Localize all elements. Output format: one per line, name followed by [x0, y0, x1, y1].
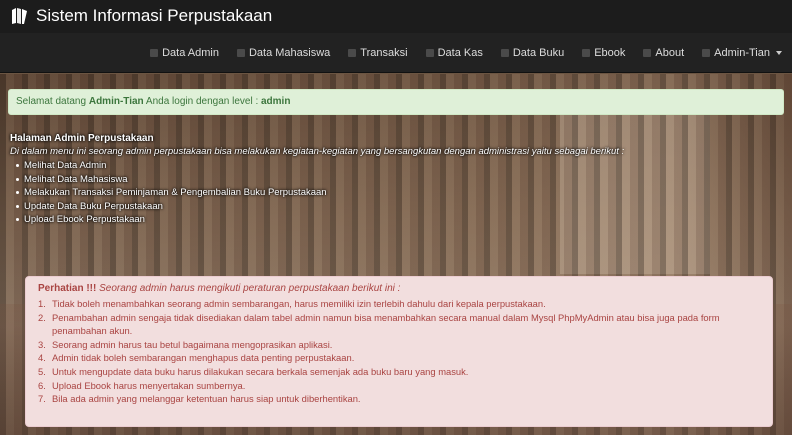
nav-menu: Data Admin Data Mahasiswa Transaksi Data…	[150, 33, 782, 73]
rule-item: 3. Seorang admin harus tau betul bagaiman…	[38, 338, 762, 352]
rule-text: Penambahan admin sengaja tidak disediaka…	[52, 311, 720, 337]
list-icon	[582, 49, 591, 57]
nav-user-dropdown[interactable]: Admin-Tian	[702, 47, 782, 59]
nav-label: Data Mahasiswa	[248, 47, 331, 59]
rules-subtitle: Seorang admin harus mengikuti peraturan …	[99, 283, 401, 294]
rule-text: Tidak boleh menambahkan seorang admin se…	[52, 298, 546, 309]
rule-item: 1. Tidak boleh menambahkan seorang admin …	[38, 297, 762, 311]
list-item-text: Melihat Data Mahasiswa	[24, 173, 128, 185]
list-item: Melihat Data Mahasiswa	[16, 173, 780, 187]
welcome-prefix: Selamat datang	[16, 96, 87, 107]
nav-label: Data Buku	[512, 47, 565, 59]
rule-text: Bila ada admin yang melanggar ketentuan …	[52, 393, 361, 405]
rule-text: Untuk mengupdate data buku harus dilakuk…	[52, 365, 469, 377]
rule-item: 6. Upload Ebook harus menyertakan sumbern…	[38, 379, 762, 393]
welcome-level: admin	[261, 96, 291, 107]
rules-alert: Perhatian !!! Seorang admin harus mengik…	[25, 276, 773, 427]
nav-transaksi[interactable]: Transaksi	[348, 47, 408, 59]
rule-item: 4. Admin tidak boleh sembarangan menghapu…	[38, 351, 762, 365]
user-icon	[702, 49, 711, 57]
list-item-text: Melihat Data Admin	[24, 160, 107, 171]
list-icon	[500, 49, 509, 57]
welcome-alert: Selamat datang Admin-Tian Anda login den…	[8, 89, 784, 115]
welcome-user: Admin-Tian	[88, 96, 144, 107]
intro-list: Melihat Data Admin Melihat Data Mahasisw…	[10, 159, 780, 227]
nav-data-kas[interactable]: Data Kas	[425, 47, 483, 59]
bullet-icon	[16, 204, 19, 208]
nav-data-admin[interactable]: Data Admin	[150, 47, 219, 59]
rules-title: Perhatian !!!	[38, 283, 97, 294]
list-icon	[348, 49, 357, 57]
nav-label: Ebook	[594, 47, 626, 59]
nav-label: Data Admin	[162, 47, 219, 59]
bullet-icon	[16, 218, 19, 222]
book-icon	[425, 49, 434, 57]
bullet-icon	[16, 164, 19, 168]
rule-number: 2.	[38, 311, 46, 323]
rule-item: 2. Penambahan admin sengaja tidak disedia…	[38, 311, 762, 338]
nav-label: Data Kas	[437, 47, 483, 59]
rule-number: 4.	[38, 352, 46, 364]
rule-text: Seorang admin harus tau betul bagaimana …	[52, 338, 333, 350]
brand[interactable]: Sistem Informasi Perpustakaan	[10, 6, 272, 26]
rule-number: 3.	[38, 338, 46, 350]
bullet-icon	[16, 191, 19, 195]
list-item-text: Melakukan Transaksi Peminjaman & Pengemb…	[24, 187, 327, 198]
list-item-text: Update Data Buku Perpustakaan	[24, 200, 163, 212]
user-icon	[150, 49, 159, 57]
list-item: Melakukan Transaksi Peminjaman & Pengemb…	[16, 186, 780, 200]
nav-label: About	[655, 47, 685, 59]
bullet-icon	[16, 177, 19, 181]
nav-data-buku[interactable]: Data Buku	[500, 47, 565, 59]
nav-label: Admin-Tian	[714, 47, 770, 59]
rule-number: 7.	[38, 393, 46, 405]
books-icon	[10, 7, 30, 25]
rule-number: 5.	[38, 365, 46, 377]
rule-item: 5. Untuk mengupdate data buku harus dilak…	[38, 365, 762, 379]
nav-ebook[interactable]: Ebook	[582, 47, 625, 59]
rule-number: 1.	[38, 298, 46, 309]
nav-data-mahasiswa[interactable]: Data Mahasiswa	[236, 47, 331, 59]
rule-number: 6.	[38, 379, 46, 391]
intro-title: Halaman Admin Perpustakaan	[10, 133, 154, 144]
chevron-down-icon	[776, 51, 782, 55]
list-item-text: Upload Ebook Perpustakaan	[24, 214, 145, 225]
rules-heading: Perhatian !!! Seorang admin harus mengik…	[38, 283, 762, 294]
rules-list: 1. Tidak boleh menambahkan seorang admin …	[38, 297, 762, 406]
brand-bar: Sistem Informasi Perpustakaan	[0, 0, 792, 33]
intro-section: Halaman Admin Perpustakaan Di dalam menu…	[10, 133, 780, 227]
app-title: Sistem Informasi Perpustakaan	[36, 6, 273, 25]
list-item: Melihat Data Admin	[16, 159, 780, 173]
rule-text: Admin tidak boleh sembarangan menghapus …	[52, 352, 355, 364]
rule-text: Upload Ebook harus menyertakan sumbernya…	[52, 379, 246, 391]
navbar: Data Admin Data Mahasiswa Transaksi Data…	[0, 33, 792, 73]
list-icon	[236, 49, 245, 57]
list-item: Upload Ebook Perpustakaan	[16, 213, 780, 227]
nav-label: Transaksi	[360, 47, 408, 59]
intro-description: Di dalam menu ini seorang admin perpusta…	[10, 146, 625, 157]
welcome-middle: Anda login dengan level :	[145, 96, 259, 107]
list-item: Update Data Buku Perpustakaan	[16, 200, 780, 214]
rule-item: 7. Bila ada admin yang melanggar ketentua…	[38, 392, 762, 406]
list-icon	[643, 49, 652, 57]
nav-about[interactable]: About	[643, 47, 684, 59]
